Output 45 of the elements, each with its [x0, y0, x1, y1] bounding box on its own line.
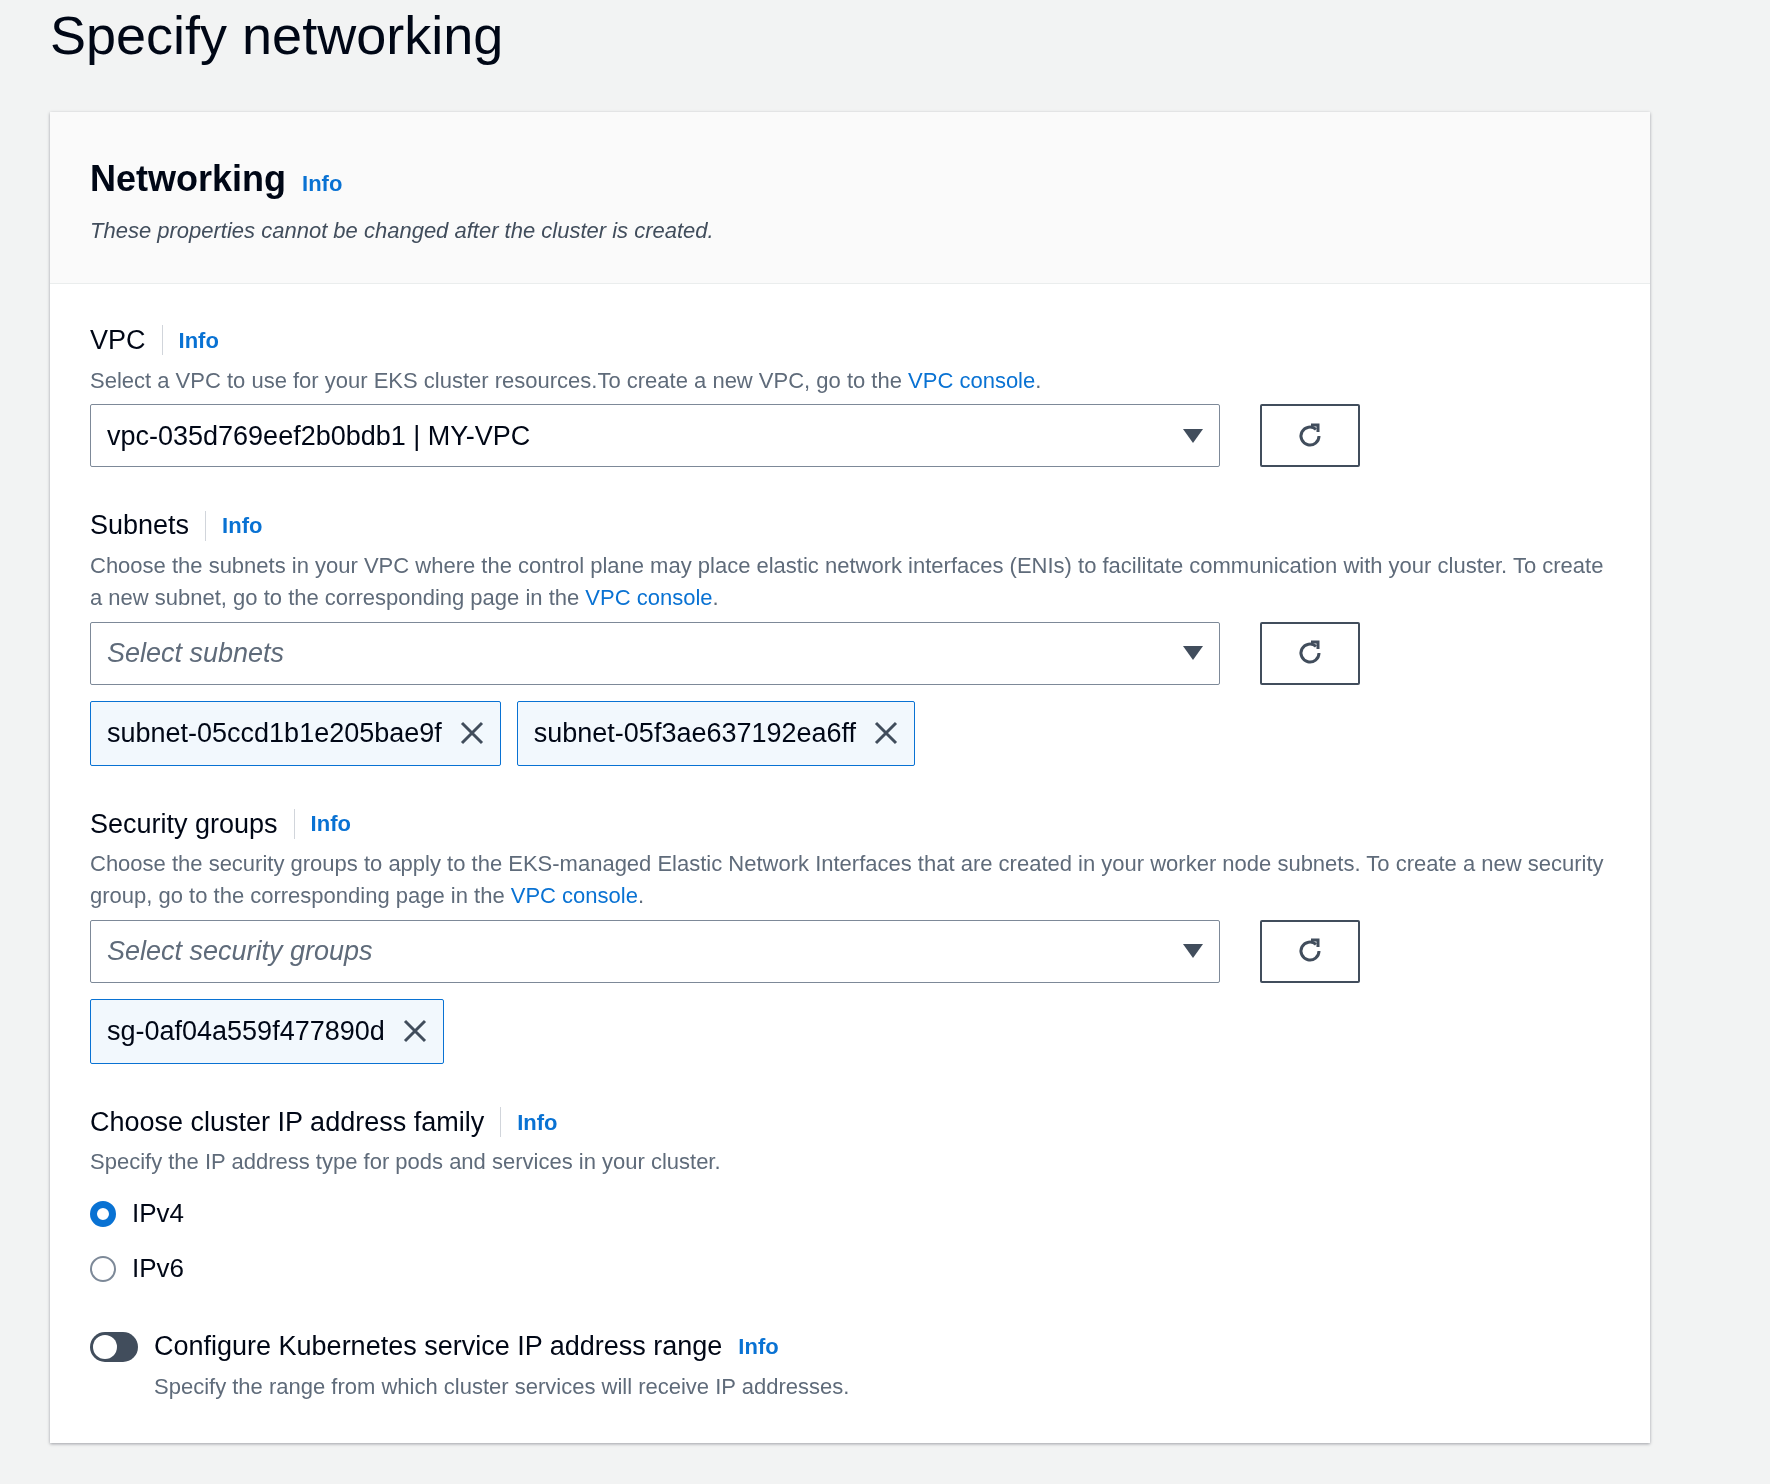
info-link[interactable]: Info: [738, 1330, 779, 1364]
select-field[interactable]: Select security groups: [90, 919, 1220, 983]
select-field[interactable]: Select subnets: [90, 621, 1220, 685]
panel-description: These properties cannot be changed after the cluster is created.: [90, 217, 715, 245]
remove-button[interactable]: [874, 721, 899, 746]
field-description: Select a VPC to use for your EKS cluster resources.To create a new VPC, go to the VPC console.: [90, 366, 1043, 395]
remove-button[interactable]: [402, 1019, 427, 1044]
radio-label: IPv4: [132, 1197, 185, 1231]
vpc-console-link[interactable]: VPC console: [585, 584, 713, 610]
refresh-button[interactable]: [1260, 621, 1360, 685]
radio-button[interactable]: [90, 1255, 116, 1282]
info-link[interactable]: Info: [178, 323, 219, 357]
token-label: subnet-05ccd1b1e205bae9f: [107, 716, 442, 750]
token-label: subnet-05f3ae637192ea6ff: [533, 716, 857, 750]
refresh-button[interactable]: [1260, 919, 1360, 983]
panel-title: Networking: [90, 157, 286, 201]
field-description: Specify the range from which cluster services will receive IP addresses.: [154, 1372, 851, 1401]
token-label: sg-0af04a559f477890d: [107, 1015, 385, 1049]
field-description: Choose the subnets in your VPC where the control plane may place elastic network interfaces (ENIs) to facilitate communication with your cluster. To create a new subnet, go to the corresponding page in the VPC console.: [90, 551, 1605, 612]
select-field[interactable]: vpc-035d769eef2b0bdb1 | MY-VPC: [90, 404, 1220, 468]
vpc-console-link[interactable]: VPC console: [510, 883, 638, 909]
close-icon: [402, 1019, 427, 1044]
vpc-console-link[interactable]: VPC console: [908, 367, 1036, 393]
dropdown-caret-icon: [1183, 428, 1203, 443]
toggle-switch[interactable]: [90, 1331, 138, 1362]
field-label: VPC: [90, 324, 146, 357]
field-label: Configure Kubernetes service IP address range: [154, 1330, 723, 1364]
dropdown-caret-icon: [1183, 944, 1203, 959]
refresh-button[interactable]: [1260, 404, 1360, 468]
close-icon: [874, 721, 899, 746]
close-icon: [459, 721, 484, 746]
field-label: Subnets: [90, 509, 190, 543]
radio-label: IPv6: [132, 1252, 185, 1286]
field-description: Choose the security groups to apply to the EKS-managed Elastic Network Interfaces that are created in your worker node subnets. To create a new security group, go to the corresponding page in the VPC console.: [90, 850, 1605, 911]
field-label: Security groups: [90, 807, 278, 841]
info-link[interactable]: Info: [302, 167, 343, 200]
remove-button[interactable]: [459, 721, 484, 746]
info-link[interactable]: Info: [310, 807, 351, 841]
info-link[interactable]: Info: [517, 1105, 558, 1139]
field-description: Specify the IP address type for pods and services in your cluster.: [90, 1148, 722, 1177]
field-label: Choose cluster IP address family: [90, 1105, 485, 1139]
info-link[interactable]: Info: [222, 509, 263, 543]
page-title: Specify networking: [50, 4, 505, 67]
radio-button[interactable]: [90, 1200, 116, 1227]
dropdown-caret-icon: [1183, 646, 1203, 661]
